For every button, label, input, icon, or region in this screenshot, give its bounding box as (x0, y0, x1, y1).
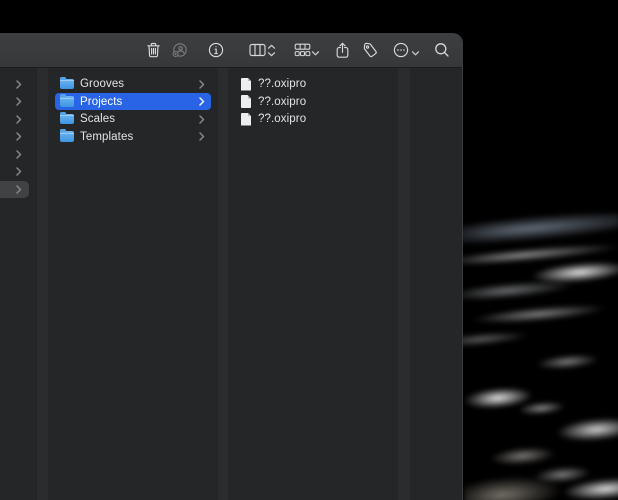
share-button[interactable] (329, 37, 355, 63)
folder-label: Scales (80, 113, 199, 125)
get-info-button[interactable] (203, 37, 229, 63)
grouping-icon (294, 43, 311, 57)
share-icon (335, 42, 350, 59)
folder-row-grooves[interactable]: Grooves (55, 76, 211, 93)
file-row[interactable]: ??.oxipro (235, 111, 391, 128)
trash-icon (146, 42, 161, 58)
file-row[interactable]: ??.oxipro (235, 93, 391, 110)
chevron-down-icon (411, 50, 420, 57)
files-column: ??.oxipro ??.oxipro ??.oxipro (228, 68, 398, 500)
document-icon (241, 95, 251, 108)
parent-row[interactable] (0, 128, 29, 145)
parent-row-selected[interactable] (0, 181, 29, 198)
folders-column: Grooves Projects Scales (48, 68, 218, 500)
chevron-right-icon (199, 115, 205, 124)
parent-row[interactable] (0, 163, 29, 180)
chevron-right-icon (199, 132, 205, 141)
chevron-right-icon (199, 80, 205, 89)
column-browser: Grooves Projects Scales (0, 68, 462, 500)
chevron-right-icon (16, 115, 22, 124)
chevron-down-icon (311, 50, 320, 57)
parent-row[interactable] (0, 76, 29, 93)
columns-stepper[interactable] (267, 44, 276, 62)
file-row[interactable]: ??.oxipro (235, 76, 391, 93)
finder-window: Grooves Projects Scales (0, 33, 463, 500)
preview-column (410, 68, 462, 500)
chevron-right-icon (16, 185, 22, 194)
chevron-right-icon (16, 97, 22, 106)
file-label: ??.oxipro (258, 78, 385, 90)
chevron-right-icon (199, 97, 205, 106)
tag-icon (362, 42, 379, 59)
folder-row-projects[interactable]: Projects (55, 93, 211, 110)
document-icon (241, 113, 251, 126)
more-icon (393, 42, 409, 58)
folder-icon (60, 114, 74, 125)
chevron-right-icon (16, 150, 22, 159)
chevron-right-icon (16, 167, 22, 176)
folder-row-templates[interactable]: Templates (55, 128, 211, 145)
search-icon (434, 42, 450, 58)
more-dropdown[interactable] (411, 44, 420, 62)
file-label: ??.oxipro (258, 96, 385, 108)
grouping-dropdown[interactable] (311, 44, 320, 62)
parent-row[interactable] (0, 111, 29, 128)
folder-icon (60, 79, 74, 90)
collaborate-button[interactable] (166, 37, 192, 63)
info-icon (208, 42, 224, 58)
delete-button[interactable] (140, 37, 166, 63)
toolbar (0, 33, 462, 68)
folder-icon (60, 96, 74, 107)
file-label: ??.oxipro (258, 113, 385, 125)
chevron-right-icon (16, 132, 22, 141)
parent-row[interactable] (0, 146, 29, 163)
collaborate-icon (171, 42, 188, 59)
parents-column (0, 68, 37, 500)
document-icon (241, 78, 251, 91)
folder-label: Grooves (80, 78, 199, 90)
folder-label: Templates (80, 131, 199, 143)
parent-row[interactable] (0, 93, 29, 110)
chevrons-up-down-icon (267, 44, 276, 57)
search-button[interactable] (429, 37, 455, 63)
chevron-right-icon (16, 80, 22, 89)
columns-view-icon (249, 43, 266, 57)
folder-label: Projects (80, 96, 199, 108)
earth-clouds (438, 189, 618, 500)
folder-row-scales[interactable]: Scales (55, 111, 211, 128)
tags-button[interactable] (357, 37, 383, 63)
desktop: Grooves Projects Scales (0, 0, 618, 500)
folder-icon (60, 131, 74, 142)
